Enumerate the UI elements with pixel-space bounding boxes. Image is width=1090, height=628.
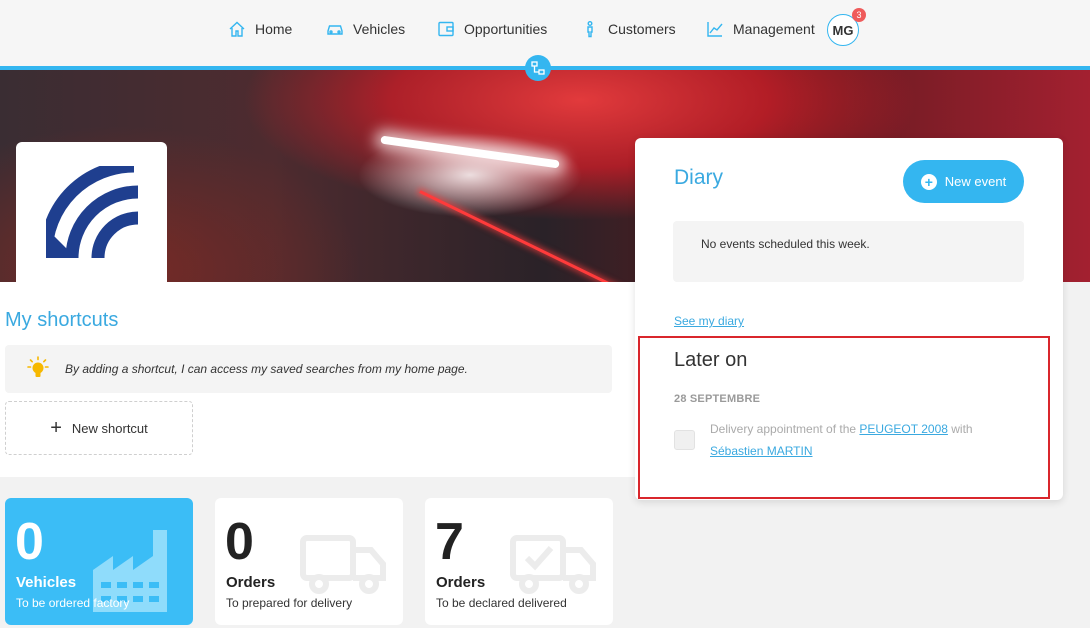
nav-home-label: Home — [255, 21, 293, 37]
stat-label: Vehicles — [16, 574, 77, 591]
headlight-glow — [380, 135, 560, 169]
nav-opportunities-label: Opportunities — [464, 21, 548, 37]
see-my-diary-link[interactable]: See my diary — [674, 314, 744, 328]
nav-customers[interactable]: Customers — [581, 18, 676, 40]
truck-check-icon — [510, 535, 596, 594]
new-event-button[interactable]: + New event — [903, 160, 1024, 203]
chart-icon — [707, 22, 723, 37]
stat-sublabel: To be ordered factory — [16, 596, 130, 610]
brand-logo — [45, 166, 138, 258]
stat-sublabel: To prepared for delivery — [226, 596, 353, 610]
stat-value: 7 — [435, 513, 464, 571]
event-mid: with — [947, 422, 973, 436]
stat-card-orders-to-deliver[interactable]: 7 Orders To be declared delivered — [425, 498, 613, 625]
sitemap-toggle-button[interactable] — [525, 55, 551, 81]
person-icon — [587, 21, 593, 38]
diary-panel: Diary + New event No events scheduled th… — [635, 138, 1063, 500]
new-event-label: New event — [944, 174, 1007, 189]
nav-home[interactable]: Home — [228, 18, 292, 40]
plus-icon: + — [50, 417, 62, 439]
dealer-logo-card — [16, 142, 167, 282]
event-checkbox[interactable] — [674, 430, 695, 450]
truck-icon — [300, 535, 386, 594]
lightbulb-icon — [27, 356, 49, 377]
sitemap-icon — [531, 61, 545, 75]
stat-sublabel: To be declared delivered — [436, 596, 567, 610]
stat-value: 0 — [15, 513, 44, 571]
stat-label: Orders — [436, 574, 486, 591]
nav-vehicles[interactable]: Vehicles — [326, 18, 405, 40]
wallet-icon — [438, 21, 454, 37]
new-shortcut-label: New shortcut — [71, 420, 148, 436]
shortcuts-tip: By adding a shortcut, I can access my sa… — [5, 345, 612, 393]
nav-management-label: Management — [733, 21, 815, 37]
later-on-heading: Later on — [674, 349, 748, 371]
nav-opportunities[interactable]: Opportunities — [437, 18, 547, 40]
vehicle-link[interactable]: PEUGEOT 2008 — [859, 422, 948, 436]
headlight-red-strip — [419, 190, 655, 282]
event-description: Delivery appointment of the PEUGEOT 2008… — [710, 418, 1010, 462]
nav-customers-label: Customers — [608, 21, 676, 37]
stat-label: Orders — [226, 574, 276, 591]
diary-title: Diary — [674, 166, 724, 189]
stat-card-vehicles-to-order[interactable]: 0 Vehicles To be ordered factory — [5, 498, 193, 625]
plus-circle-icon: + — [920, 173, 937, 190]
nav-vehicles-label: Vehicles — [353, 21, 406, 37]
stat-card-orders-to-prepare[interactable]: 0 Orders To prepared for delivery — [215, 498, 403, 625]
stat-value: 0 — [225, 513, 254, 571]
nav-management[interactable]: Management — [706, 18, 815, 40]
customer-link[interactable]: Sébastien MARTIN — [710, 444, 813, 458]
shortcuts-tip-text: By adding a shortcut, I can access my sa… — [65, 362, 468, 376]
event-prefix: Delivery appointment of the — [710, 422, 860, 436]
home-icon — [229, 21, 245, 37]
new-shortcut-button[interactable]: + New shortcut — [5, 401, 193, 455]
no-events-message: No events scheduled this week. — [673, 221, 1024, 282]
shortcuts-title: My shortcuts — [5, 309, 119, 331]
notification-badge: 3 — [852, 8, 866, 22]
car-icon — [327, 25, 343, 35]
event-date: 28 SEPTEMBRE — [674, 393, 761, 405]
